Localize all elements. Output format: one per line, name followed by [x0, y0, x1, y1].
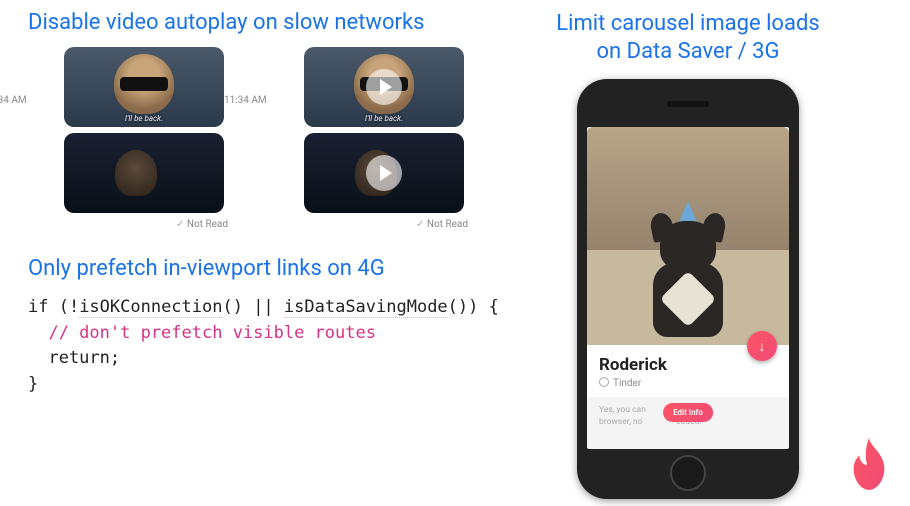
- profile-name: Roderick: [599, 355, 777, 375]
- chat-comparison: 11:34 AM I'll be back. Not Read 11:34 AM…: [28, 47, 498, 230]
- heading-autoplay: Disable video autoplay on slow networks: [28, 10, 498, 35]
- timestamp: 11:34 AM: [0, 95, 27, 106]
- profile-subtitle: Tinder: [599, 377, 777, 389]
- video-caption: I'll be back.: [125, 114, 163, 123]
- play-icon[interactable]: [366, 69, 402, 105]
- heading-prefetch: Only prefetch in-viewport links on 4G: [28, 256, 498, 281]
- heading-carousel: Limit carousel image loads on Data Saver…: [508, 10, 868, 65]
- video-thumb-1-paused: I'll be back.: [304, 47, 464, 127]
- code-snippet: if (!isOKConnection() || isDataSavingMod…: [28, 295, 498, 397]
- video-thumb-1: I'll be back.: [64, 47, 224, 127]
- phone-screen: ↓ Roderick Tinder Yes, you can in your b…: [587, 127, 789, 449]
- dog-image: [643, 207, 733, 337]
- play-icon[interactable]: [366, 155, 402, 191]
- read-status: Not Read: [268, 219, 478, 230]
- video-caption: I'll be back.: [365, 114, 403, 123]
- phone-speaker: [667, 101, 709, 107]
- profile-blurb: Yes, you can in your browser, no eeded. …: [587, 397, 789, 437]
- video-thumb-2-paused: [304, 133, 464, 213]
- download-fab-icon[interactable]: ↓: [747, 331, 777, 361]
- video-thumb-2: [64, 133, 224, 213]
- chat-autoplay-off: 11:34 AM I'll be back. Not Read: [268, 47, 478, 230]
- edit-info-button[interactable]: Edit Info: [663, 403, 713, 422]
- tinder-flame-icon: [846, 438, 892, 492]
- phone-mockup: ↓ Roderick Tinder Yes, you can in your b…: [577, 79, 799, 499]
- timestamp: 11:34 AM: [224, 95, 267, 106]
- home-button[interactable]: [670, 455, 706, 491]
- read-status: Not Read: [28, 219, 238, 230]
- profile-photo[interactable]: [587, 127, 789, 345]
- chat-autoplay-on: 11:34 AM I'll be back. Not Read: [28, 47, 238, 230]
